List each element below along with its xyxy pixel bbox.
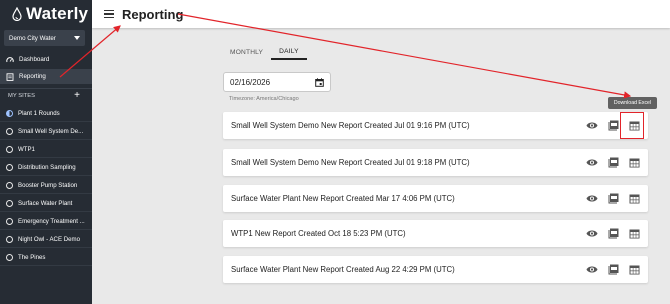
site-item[interactable]: The Pines [0, 250, 92, 266]
brand[interactable]: Waterly [0, 0, 92, 28]
site-status-icon [6, 164, 13, 171]
site-label: Plant 1 Rounds [18, 110, 60, 117]
site-status-icon [6, 200, 13, 207]
site-status-icon [6, 110, 13, 117]
tab-monthly[interactable]: MONTHLY [222, 44, 271, 60]
site-label: WTP1 [18, 146, 35, 153]
my-sites-header: MY SITES + [0, 88, 92, 102]
report-title: Surface Water Plant New Report Created A… [231, 265, 455, 274]
excel-icon[interactable] [628, 157, 640, 169]
sidebar-item-label: Dashboard [19, 56, 50, 63]
site-label: The Pines [18, 254, 46, 261]
pdf-icon[interactable] [607, 193, 619, 205]
water-drop-icon [12, 7, 22, 21]
site-item[interactable]: WTP1 [0, 142, 92, 158]
excel-icon[interactable] [628, 193, 640, 205]
site-item[interactable]: Booster Pump Station [0, 178, 92, 194]
pdf-icon[interactable] [607, 120, 619, 132]
site-label: Small Well System De... [18, 128, 84, 135]
report-title: Small Well System Demo New Report Create… [231, 121, 470, 130]
header-bar: Reporting [92, 0, 670, 28]
my-sites-label: MY SITES [8, 92, 35, 99]
site-label: Emergency Treatment ... [18, 218, 85, 225]
site-item[interactable]: Distribution Sampling [0, 160, 92, 176]
report-title: WTP1 New Report Created Oct 18 5:23 PM (… [231, 229, 406, 238]
site-status-icon [6, 182, 13, 189]
site-item[interactable]: Night Owl - ACE Demo [0, 232, 92, 248]
report-tabs: MONTHLY DAILY [222, 44, 307, 64]
site-label: Night Owl - ACE Demo [18, 236, 80, 243]
sidebar: Waterly Demo City Water Dashboard Report… [0, 0, 92, 304]
org-select-value: Demo City Water [9, 34, 56, 42]
site-item[interactable]: Emergency Treatment ... [0, 214, 92, 230]
org-select[interactable]: Demo City Water [4, 30, 85, 46]
app: Waterly Demo City Water Dashboard Report… [0, 0, 670, 304]
site-status-icon [6, 218, 13, 225]
sidebar-item-reporting[interactable]: Reporting [0, 69, 92, 84]
add-site-icon[interactable]: + [74, 90, 80, 101]
pdf-icon[interactable] [607, 157, 619, 169]
brand-name: Waterly [26, 4, 89, 23]
view-icon[interactable] [586, 193, 598, 205]
report-row: Surface Water Plant New Report Created A… [223, 256, 648, 283]
site-status-icon [6, 254, 13, 261]
view-icon[interactable] [586, 228, 598, 240]
view-icon[interactable] [586, 120, 598, 132]
excel-icon[interactable] [628, 264, 640, 276]
caret-down-icon [74, 36, 80, 40]
site-status-icon [6, 236, 13, 243]
sidebar-item-dashboard[interactable]: Dashboard [0, 52, 92, 67]
excel-icon[interactable] [628, 228, 640, 240]
site-status-icon [6, 128, 13, 135]
menu-icon[interactable] [104, 10, 114, 18]
report-title: Small Well System Demo New Report Create… [231, 158, 470, 167]
site-status-icon [6, 146, 13, 153]
site-label: Distribution Sampling [18, 164, 76, 171]
site-item[interactable]: Plant 1 Rounds [0, 106, 92, 122]
site-item[interactable]: Surface Water Plant [0, 196, 92, 212]
view-icon[interactable] [586, 157, 598, 169]
tab-daily[interactable]: DAILY [271, 44, 307, 60]
calendar-icon[interactable] [315, 77, 324, 87]
site-label: Booster Pump Station [18, 182, 78, 189]
report-title: Surface Water Plant New Report Created M… [231, 194, 455, 203]
report-row: WTP1 New Report Created Oct 18 5:23 PM (… [223, 220, 648, 247]
pdf-icon[interactable] [607, 264, 619, 276]
report-row: Small Well System Demo New Report Create… [223, 112, 648, 139]
download-excel-tooltip: Download Excel [608, 97, 657, 109]
report-row: Surface Water Plant New Report Created M… [223, 185, 648, 212]
view-icon[interactable] [586, 264, 598, 276]
callout-highlight-box [620, 112, 644, 139]
date-value: 02/16/2026 [230, 77, 271, 87]
pdf-icon[interactable] [607, 228, 619, 240]
sidebar-item-label: Reporting [19, 73, 46, 80]
report-icon [6, 72, 14, 81]
report-row: Small Well System Demo New Report Create… [223, 149, 648, 176]
site-item[interactable]: Small Well System De... [0, 124, 92, 140]
dashboard-icon [6, 56, 14, 64]
site-label: Surface Water Plant [18, 200, 73, 207]
date-input[interactable]: 02/16/2026 [223, 72, 331, 92]
page-title: Reporting [122, 6, 184, 22]
timezone-label: Timezone: America/Chicago [229, 96, 299, 102]
